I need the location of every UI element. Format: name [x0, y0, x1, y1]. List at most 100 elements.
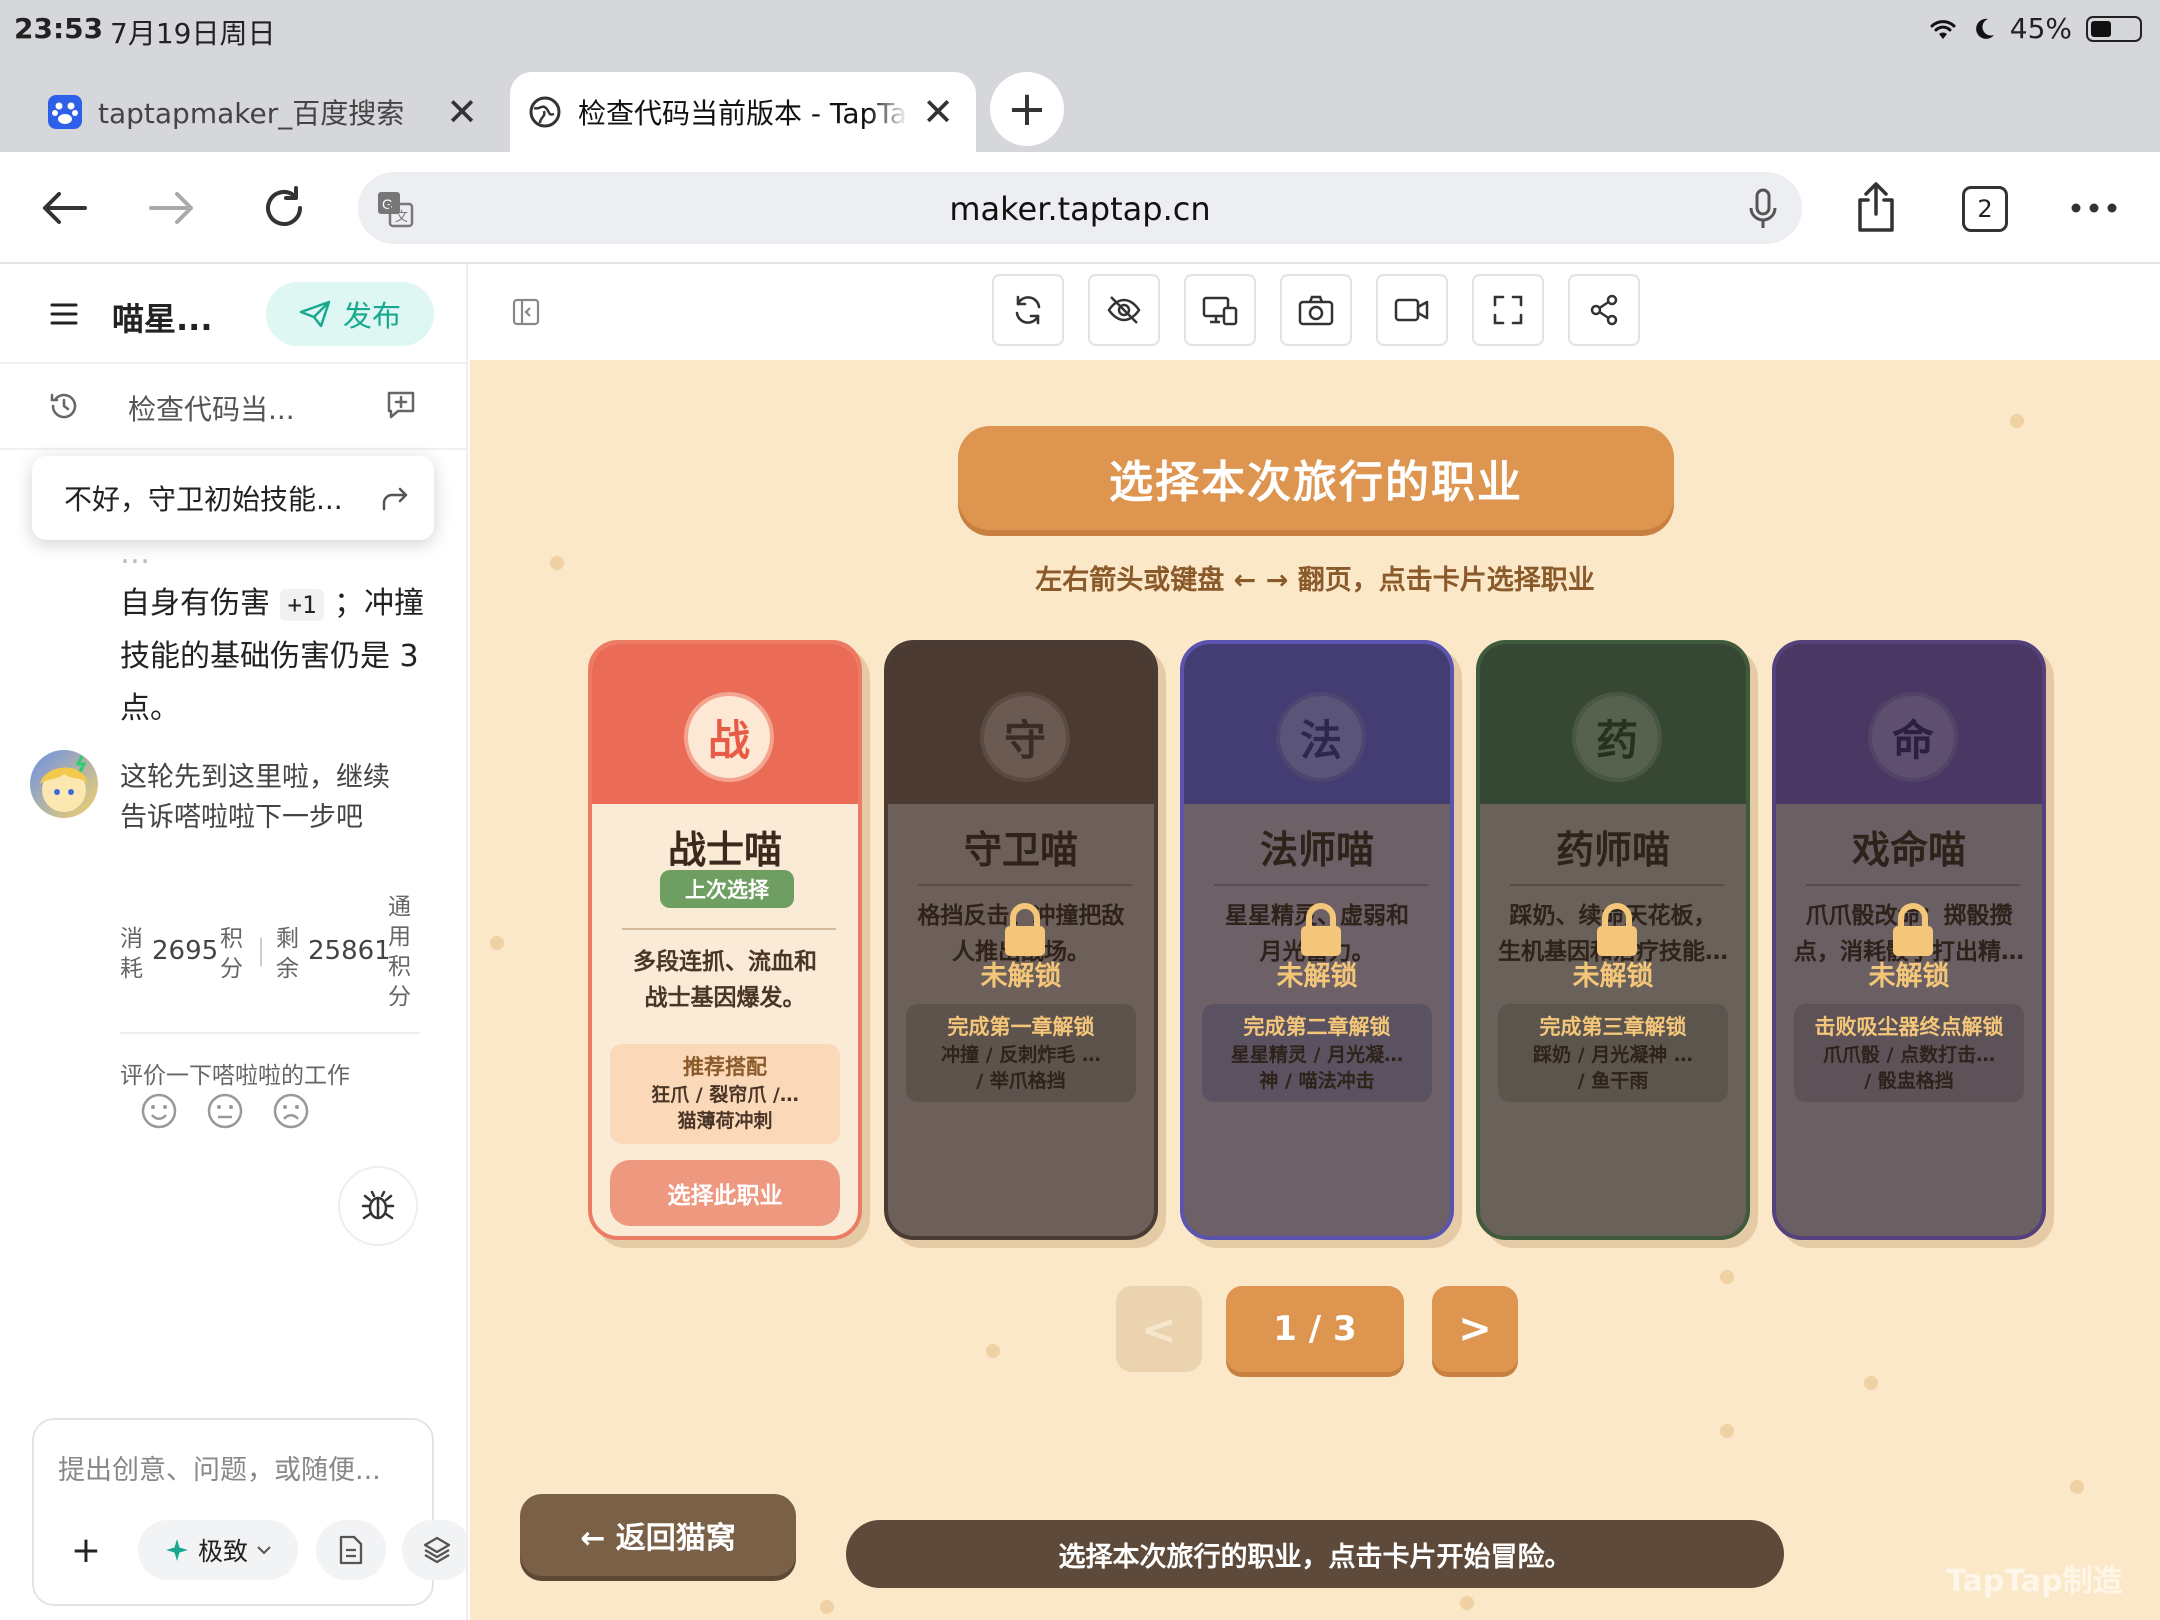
- recommended-build: 完成第一章解锁 冲撞 / 反刺炸毛 … / 举爪格挡: [906, 1004, 1136, 1102]
- chat-input-box[interactable]: 提出创意、问题，或随便... + 极致: [32, 1418, 466, 1606]
- collapse-panel-icon[interactable]: [512, 298, 540, 326]
- fullscreen-button[interactable]: [1472, 274, 1544, 346]
- info-bar: 选择本次旅行的职业，点击卡片开始冒险。: [846, 1520, 1784, 1588]
- sad-face-icon[interactable]: [272, 1092, 310, 1130]
- history-title: 检查代码当...: [128, 393, 295, 426]
- wifi-icon: [1930, 19, 1956, 39]
- unlock-hint: 击败吸尘器终点解锁: [1814, 1015, 2004, 1039]
- tab-baidu[interactable]: taptapmaker_百度搜索 ✕: [30, 72, 500, 152]
- rec-line-1: 踩奶 / 月光凝神 …: [1533, 1044, 1693, 1066]
- more-icon[interactable]: [2064, 178, 2124, 238]
- mode-label: 极致: [197, 1537, 248, 1566]
- menu-icon[interactable]: [50, 302, 78, 326]
- lock-icon: [1005, 903, 1045, 956]
- forward-share-icon[interactable]: [380, 485, 410, 511]
- microphone-icon[interactable]: [1748, 188, 1778, 230]
- class-card-guard[interactable]: 守 守卫喵 格挡反击、冲撞把敌 人推出战场。 未解锁 完成第一章解锁 冲撞 / …: [884, 640, 1158, 1240]
- desc-line-1: 多段连抓、流血和: [633, 949, 817, 975]
- reload-icon[interactable]: [254, 178, 314, 238]
- class-name: 守卫喵: [963, 828, 1078, 872]
- bug-report-button[interactable]: [338, 1166, 418, 1246]
- camera-icon: [1298, 295, 1334, 326]
- publish-button[interactable]: 发布: [266, 282, 434, 346]
- recommended-build: 完成第二章解锁 星星精灵 / 月光凝… 神 / 喵法冲击: [1202, 1004, 1432, 1102]
- feedback-faces: [140, 1092, 310, 1130]
- devices-icon: [1202, 296, 1238, 326]
- class-emblem: 战: [684, 692, 774, 782]
- fullscreen-icon: [1493, 295, 1523, 325]
- rec-line-1: 爪爪骰 / 点数打击…: [1822, 1044, 1996, 1066]
- status-right: 45%: [1928, 12, 2142, 45]
- next-page-button[interactable]: >: [1432, 1286, 1518, 1372]
- chat-input-placeholder[interactable]: 提出创意、问题，或随便...: [58, 1448, 381, 1487]
- moon-icon: [1975, 18, 1994, 39]
- mode-select[interactable]: 极致: [138, 1520, 298, 1580]
- back-to-nest-button[interactable]: ← 返回猫窝: [520, 1494, 796, 1576]
- class-emblem: 守: [980, 692, 1070, 782]
- class-card-healer[interactable]: 药 药师喵 踩奶、续命天花板， 生机基因和治疗技能… 未解锁 完成第三章解锁 踩…: [1476, 640, 1750, 1240]
- layers-button[interactable]: [402, 1520, 466, 1580]
- tab-taptap[interactable]: 检查代码当前版本 - TapTa ✕: [510, 72, 976, 152]
- rec-line-1: 冲撞 / 反刺炸毛 …: [941, 1044, 1101, 1066]
- unlock-hint: 完成第一章解锁: [947, 1015, 1095, 1039]
- address-bar[interactable]: G文 maker.taptap.cn: [358, 172, 1802, 244]
- video-camera-icon: [1394, 298, 1429, 322]
- select-class-button[interactable]: 选择此职业: [610, 1160, 840, 1226]
- rec-line-2: 神 / 喵法冲击: [1259, 1070, 1375, 1092]
- nav-bar: G文 maker.taptap.cn 2: [0, 152, 2160, 264]
- url-text: maker.taptap.cn: [949, 190, 1211, 228]
- baidu-paw-icon: [48, 95, 82, 129]
- document-icon: [339, 1535, 363, 1565]
- class-card-fate[interactable]: 命 戏命喵 爪爪骰改命：掷骰攒 点，消耗骰子打出精… 未解锁 击败吸尘器终点解锁…: [1772, 640, 2046, 1240]
- history-clock-icon[interactable]: [48, 390, 80, 422]
- neutral-face-icon[interactable]: [206, 1092, 244, 1130]
- back-arrow-icon[interactable]: [34, 178, 94, 238]
- locked-label: 未解锁: [1868, 961, 1950, 992]
- lock-icon: [1597, 903, 1637, 956]
- close-tab-icon[interactable]: ✕: [922, 90, 954, 134]
- document-button[interactable]: [316, 1520, 386, 1580]
- refresh-preview-button[interactable]: [992, 274, 1064, 346]
- hide-button[interactable]: [1088, 274, 1160, 346]
- remain-value: 25861: [308, 936, 391, 966]
- popup-text: 不好，守卫初始技能...: [64, 483, 343, 516]
- rec-line-1: 狂爪 / 裂帘爪 /…: [651, 1084, 799, 1106]
- new-chat-icon[interactable]: [384, 388, 418, 422]
- remain-unit: 通用积分: [388, 894, 411, 1010]
- screenshot-button[interactable]: [1280, 274, 1352, 346]
- add-button[interactable]: +: [56, 1520, 116, 1580]
- quote-popup[interactable]: 不好，守卫初始技能...: [32, 456, 434, 540]
- rec-line-2: / 骰盅格挡: [1864, 1070, 1954, 1092]
- rec-line-1: 星星精灵 / 月光凝…: [1230, 1044, 1404, 1066]
- card-divider: [622, 928, 836, 930]
- prev-page-button[interactable]: <: [1116, 1286, 1202, 1372]
- class-name: 戏命喵: [1851, 828, 1966, 872]
- message-prefix: 自身有伤害: [120, 586, 270, 621]
- class-emblem: 法: [1276, 692, 1366, 782]
- class-name: 法师喵: [1259, 828, 1374, 872]
- project-title: 喵星...: [112, 300, 213, 338]
- share-icon[interactable]: [1846, 178, 1906, 238]
- happy-face-icon[interactable]: [140, 1092, 178, 1130]
- class-name: 战士喵: [667, 828, 782, 872]
- rec-title: 推荐搭配: [683, 1055, 767, 1079]
- share-preview-button[interactable]: [1568, 274, 1640, 346]
- forward-arrow-icon[interactable]: [142, 178, 202, 238]
- battery-percent: 45%: [2009, 12, 2072, 45]
- history-row[interactable]: 检查代码当...: [0, 362, 466, 450]
- battery-icon: [2086, 15, 2142, 42]
- record-button[interactable]: [1376, 274, 1448, 346]
- desc-line-2: 战士基因爆发。: [644, 985, 806, 1011]
- send-icon: [299, 300, 331, 328]
- feedback-label: 评价一下嗒啦啦的工作: [120, 1063, 350, 1089]
- tab-bar: taptapmaker_百度搜索 ✕ 检查代码当前版本 - TapTa ✕: [0, 62, 2160, 152]
- device-button[interactable]: [1184, 274, 1256, 346]
- close-tab-icon[interactable]: ✕: [446, 90, 478, 134]
- card-divider: [918, 884, 1132, 886]
- tab-count-button[interactable]: 2: [1962, 186, 2008, 232]
- status-bar: 23:53 7月19日周日 45%: [0, 0, 2160, 62]
- preview-toolbar: [470, 264, 2160, 360]
- new-tab-button[interactable]: +: [990, 72, 1064, 146]
- class-card-warrior[interactable]: 战 战士喵 上次选择 多段连抓、流血和 战士基因爆发。 推荐搭配 狂爪 / 裂帘…: [588, 640, 862, 1240]
- class-card-mage[interactable]: 法 法师喵 星星精灵、虚弱和 月光蓄力。 未解锁 完成第二章解锁 星星精灵 / …: [1180, 640, 1454, 1240]
